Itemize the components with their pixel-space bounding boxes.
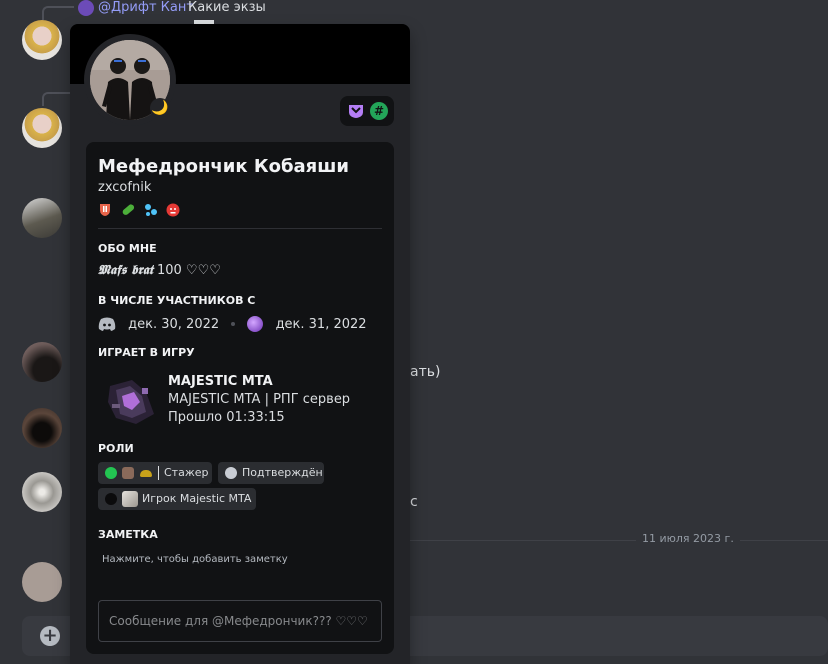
reply-mention[interactable]: @Дрифт Кант	[98, 0, 194, 15]
username: zxcofnik	[98, 180, 152, 195]
roles-heading: РОЛИ	[98, 442, 134, 455]
game-elapsed-time: Прошло 01:33:15	[168, 410, 285, 425]
avatar[interactable]	[22, 198, 62, 238]
divider	[98, 228, 382, 229]
direct-message-input[interactable]	[109, 611, 371, 631]
role-cat-icon	[122, 491, 138, 507]
avatar[interactable]	[22, 472, 62, 512]
shield-badge-icon[interactable]	[98, 203, 112, 217]
display-name: Мефедрончик Кобаяши	[98, 156, 349, 177]
note-input[interactable]: Нажмите, чтобы добавить заметку	[102, 554, 288, 565]
discord-logo-icon	[98, 317, 116, 331]
role-color-dot	[225, 467, 237, 479]
profile-badges: #	[340, 96, 394, 126]
game-art-image[interactable]	[102, 374, 162, 432]
nitro-badge-icon[interactable]	[348, 103, 364, 119]
separator-dot	[231, 322, 236, 326]
about-me-heading: ОБО МНЕ	[98, 242, 157, 255]
game-details: MAJESTIC MTA | РПГ сервер	[168, 392, 351, 407]
about-me-styled-text: 𝕸𝖆𝖋𝖘 𝖇𝖗𝖆𝖙	[98, 263, 153, 278]
date-separator: 11 июля 2023 г.	[636, 532, 740, 545]
activity-heading: ИГРАЕТ В ИГРУ	[98, 346, 195, 359]
server-icon	[247, 316, 264, 332]
role-label: Игрок Majestic MTA	[142, 492, 252, 505]
moon-icon: 🌙	[150, 98, 170, 118]
reply-connector	[42, 6, 74, 20]
user-profile-popout: 🌙 # Мефедрончик Кобаяши zxcofnik ОБО МНЕ…	[70, 24, 410, 664]
turtle-icon	[140, 470, 152, 477]
note-heading: ЗАМЕТКА	[98, 528, 158, 541]
avatar[interactable]	[22, 342, 62, 382]
plus-icon[interactable]: +	[40, 626, 60, 646]
role-color-dot	[105, 493, 117, 505]
member-since-heading: В ЧИСЛЕ УЧАСТНИКОВ С	[98, 294, 256, 307]
role-label: Подтверждён	[242, 466, 323, 479]
game-title: MAJESTIC MTA	[168, 374, 273, 389]
avatar[interactable]	[22, 20, 62, 60]
user-badges	[98, 199, 183, 217]
role-pill[interactable]: Подтверждён	[218, 462, 324, 484]
role-divider	[158, 466, 159, 480]
hashtag-badge-icon[interactable]: #	[370, 102, 388, 120]
profile-body: Мефедрончик Кобаяши zxcofnik ОБО МНЕ 𝕸𝖆𝖋…	[86, 142, 394, 654]
avatar[interactable]	[22, 108, 62, 148]
direct-message-box[interactable]	[98, 600, 382, 642]
about-me-text: 𝕸𝖆𝖋𝖘 𝖇𝖗𝖆𝖙 100 ♡♡♡	[98, 263, 221, 278]
message-text: с	[410, 494, 418, 510]
date-divider	[410, 540, 828, 541]
reply-text[interactable]: Какие экзы	[188, 0, 266, 15]
role-pill[interactable]: Стажер	[98, 462, 212, 484]
role-label: Стажер	[164, 466, 209, 479]
angry-face-badge-icon[interactable]	[166, 203, 180, 217]
role-pill[interactable]: Игрок Majestic MTA	[98, 488, 256, 510]
avatar[interactable]	[22, 408, 62, 448]
about-me-rest: 100 ♡♡♡	[152, 263, 221, 278]
server-join-date: дек. 31, 2022	[275, 316, 367, 332]
member-since-row: дек. 30, 2022 дек. 31, 2022	[98, 316, 367, 334]
droplets-badge-icon[interactable]	[144, 203, 158, 217]
role-emoji-icon	[122, 467, 134, 479]
pickle-badge-icon[interactable]	[120, 203, 136, 217]
message-text: ать)	[410, 364, 441, 380]
discord-join-date: дек. 30, 2022	[128, 316, 220, 332]
avatar[interactable]	[22, 562, 62, 602]
role-color-dot	[105, 467, 117, 479]
reply-avatar[interactable]	[78, 0, 94, 16]
